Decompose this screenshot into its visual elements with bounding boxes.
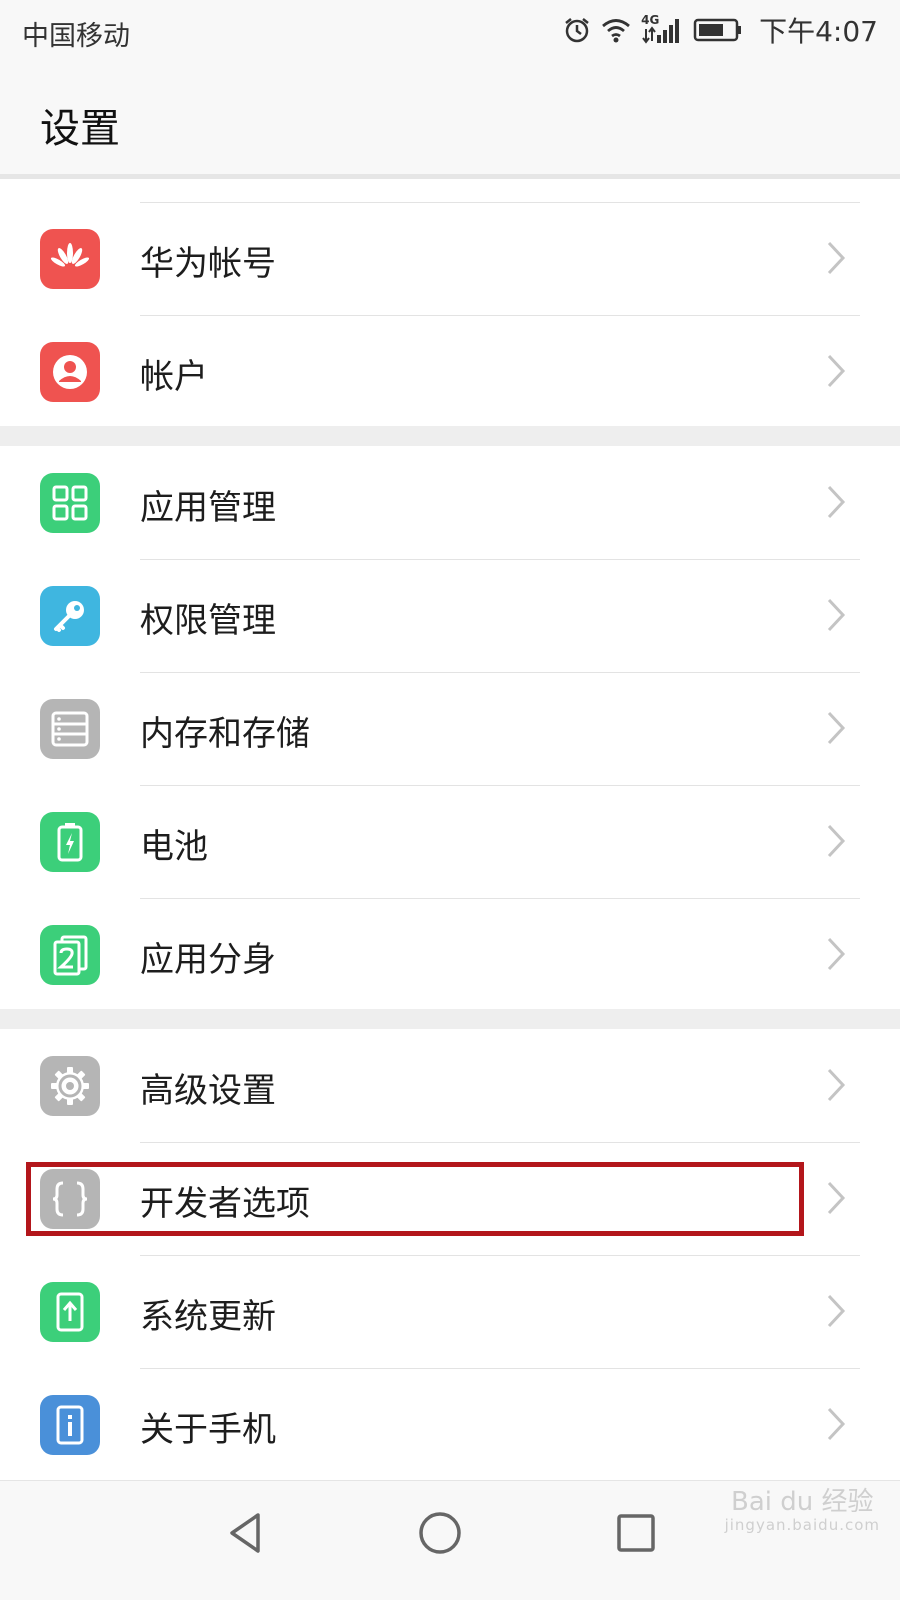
settings-item-label: 内存和存储 bbox=[140, 714, 310, 754]
chevron-right-icon bbox=[827, 824, 846, 858]
baidu-watermark: Bai du 经验 jingyan.baidu.com bbox=[725, 1488, 880, 1533]
battery-status-icon bbox=[693, 17, 743, 43]
account-person-icon bbox=[40, 342, 100, 402]
settings-item-label: 权限管理 bbox=[140, 601, 276, 641]
system-update-icon bbox=[40, 1282, 100, 1342]
signal-4g-icon: 4G bbox=[641, 13, 683, 45]
divider bbox=[140, 315, 860, 316]
chevron-right-icon bbox=[827, 485, 846, 519]
alarm-icon bbox=[563, 16, 591, 44]
settings-item-huawei-id[interactable]: 华为帐号 bbox=[0, 202, 900, 315]
settings-item-advanced-settings[interactable]: 高级设置 bbox=[0, 1029, 900, 1142]
home-circle-icon[interactable] bbox=[410, 1503, 470, 1563]
chevron-right-icon bbox=[827, 1294, 846, 1328]
settings-item-account[interactable]: 帐户 bbox=[0, 315, 900, 428]
chevron-right-icon bbox=[827, 711, 846, 745]
wifi-icon bbox=[601, 17, 631, 43]
highlight-box bbox=[26, 1162, 804, 1236]
recents-square-icon[interactable] bbox=[606, 1503, 666, 1563]
group-separator bbox=[0, 426, 900, 446]
chevron-right-icon bbox=[827, 598, 846, 632]
settings-group-apps: 应用管理 权限管理 内存和存储 电池 应用分身 bbox=[0, 446, 900, 1009]
divider bbox=[140, 559, 860, 560]
app-twin-icon bbox=[40, 925, 100, 985]
divider bbox=[140, 1142, 860, 1143]
status-icons: 4G 下午4:07 bbox=[563, 12, 878, 48]
huawei-logo-icon bbox=[40, 229, 100, 289]
divider bbox=[140, 898, 860, 899]
settings-item-system-update[interactable]: 系统更新 bbox=[0, 1255, 900, 1368]
divider bbox=[140, 1368, 860, 1369]
chevron-right-icon bbox=[827, 1068, 846, 1102]
settings-item-battery[interactable]: 电池 bbox=[0, 785, 900, 898]
battery-icon bbox=[40, 812, 100, 872]
watermark-url: jingyan.baidu.com bbox=[724, 1515, 880, 1534]
app-grid-icon bbox=[40, 473, 100, 533]
settings-item-label: 应用分身 bbox=[140, 940, 276, 980]
settings-item-label: 高级设置 bbox=[140, 1071, 276, 1111]
page-title: 设置 bbox=[40, 106, 120, 152]
settings-item-label: 电池 bbox=[140, 827, 208, 867]
watermark-text: Bai du 经验 bbox=[731, 1487, 874, 1517]
settings-item-label: 关于手机 bbox=[140, 1410, 276, 1450]
settings-group-account: 华为帐号 帐户 bbox=[0, 179, 900, 426]
settings-group-system: 高级设置 开发者选项 系统更新 关于手机 bbox=[0, 1029, 900, 1480]
carrier-name: 中国移动 bbox=[22, 21, 130, 52]
about-phone-icon bbox=[40, 1395, 100, 1455]
settings-item-memory-storage[interactable]: 内存和存储 bbox=[0, 672, 900, 785]
status-bar: 中国移动 4G 下午4:07 bbox=[0, 0, 900, 62]
gear-icon bbox=[40, 1056, 100, 1116]
settings-item-label: 帐户 bbox=[140, 357, 208, 397]
group-separator bbox=[0, 1009, 900, 1029]
settings-item-app-management[interactable]: 应用管理 bbox=[0, 446, 900, 559]
storage-icon bbox=[40, 699, 100, 759]
key-icon bbox=[40, 586, 100, 646]
chevron-right-icon bbox=[827, 354, 846, 388]
chevron-right-icon bbox=[827, 241, 846, 275]
divider bbox=[140, 1255, 860, 1256]
settings-item-label: 华为帐号 bbox=[140, 244, 276, 284]
clock: 下午4:07 bbox=[759, 15, 878, 48]
settings-header: 设置 bbox=[0, 62, 900, 174]
back-triangle-icon[interactable] bbox=[218, 1503, 278, 1563]
settings-item-label: 系统更新 bbox=[140, 1297, 276, 1337]
divider bbox=[140, 785, 860, 786]
divider bbox=[140, 672, 860, 673]
settings-item-about-phone[interactable]: 关于手机 bbox=[0, 1368, 900, 1481]
settings-item-permission-management[interactable]: 权限管理 bbox=[0, 559, 900, 672]
chevron-right-icon bbox=[827, 1407, 846, 1441]
settings-item-app-twin[interactable]: 应用分身 bbox=[0, 898, 900, 1011]
divider bbox=[140, 202, 860, 203]
settings-item-label: 应用管理 bbox=[140, 488, 276, 528]
chevron-right-icon bbox=[827, 1181, 846, 1215]
chevron-right-icon bbox=[827, 937, 846, 971]
